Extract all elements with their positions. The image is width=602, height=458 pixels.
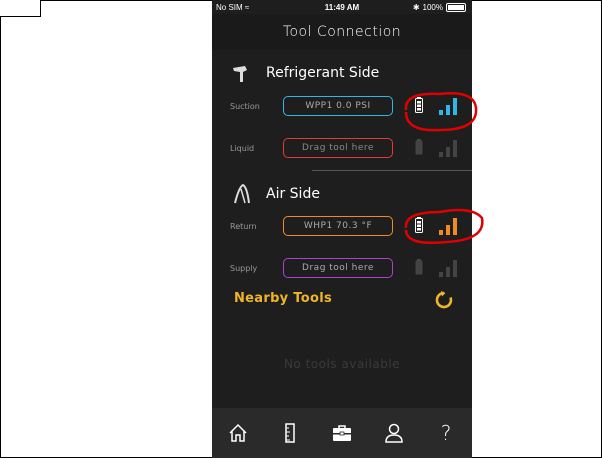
no-tools-message: No tools available [283,357,401,371]
suction-row: Suction WPP1 0.0 PSI [212,95,472,119]
return-label: Return [230,222,257,231]
return-signal-icon [439,218,457,235]
phone-screen: No SIM ≈ 11:49 AM ✱ 100% Tool Connection … [212,0,472,458]
suction-tool-slot[interactable]: WPP1 0.0 PSI [283,96,393,116]
refrigerant-section-title: Refrigerant Side [266,65,380,81]
tab-help[interactable]: ? [431,418,461,448]
return-battery-icon [415,217,423,233]
help-icon: ? [440,421,452,445]
tab-tools[interactable] [327,418,357,448]
section-divider [312,170,472,171]
refrigerant-probe-icon [230,62,254,84]
liquid-label: Liquid [230,144,255,153]
tab-measure[interactable] [275,418,305,448]
return-row: Return WHP1 70.3 °F [212,215,472,239]
battery-status: ✱ 100% [413,3,466,12]
liquid-battery-icon [415,139,423,155]
home-icon [229,423,247,442]
refrigerant-section-header: Refrigerant Side [230,62,379,84]
air-section-header: Air Side [230,183,320,205]
status-battery-icon [446,3,466,12]
bluetooth-icon: ✱ [412,3,420,12]
status-bar: No SIM ≈ 11:49 AM ✱ 100% [212,0,472,14]
supply-row: Supply Drag tool here [212,257,472,281]
liquid-row: Liquid Drag tool here [212,137,472,161]
toolbox-icon [333,425,351,441]
suction-battery-icon [415,97,423,113]
nearby-tools-heading: Nearby Tools [234,291,332,306]
page-title: Tool Connection [282,24,402,40]
tab-bar: ? [212,408,472,458]
supply-signal-icon [439,260,457,277]
liquid-signal-icon [439,140,457,157]
return-tool-slot[interactable]: WHP1 70.3 °F [283,216,393,236]
tab-home[interactable] [223,418,253,448]
air-probe-icon [230,183,254,205]
air-section-title: Air Side [266,186,320,202]
supply-battery-icon [415,259,423,275]
battery-percent: 100% [422,3,443,12]
suction-signal-icon [439,98,457,115]
nav-bar: Tool Connection [212,14,472,50]
suction-label: Suction [230,102,260,111]
supply-label: Supply [230,264,258,273]
tab-profile[interactable] [379,418,409,448]
ruler-icon [285,423,295,443]
frame-corner-tab [0,0,41,17]
user-icon [385,423,403,443]
refresh-icon[interactable] [434,290,454,310]
supply-tool-slot[interactable]: Drag tool here [283,258,393,278]
liquid-tool-slot[interactable]: Drag tool here [283,138,393,158]
